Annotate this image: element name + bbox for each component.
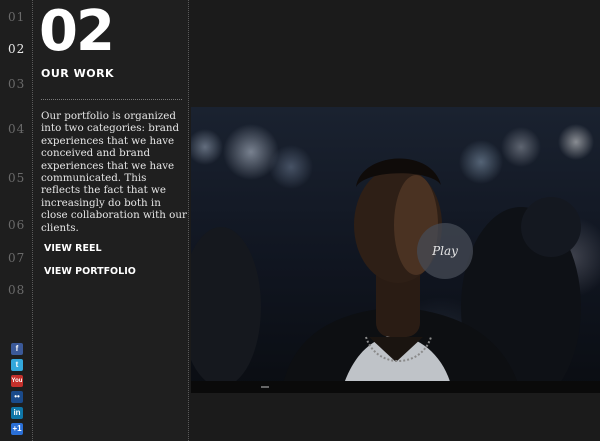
divider (41, 99, 182, 100)
nav-item-07[interactable]: 07 (8, 251, 28, 265)
delicious-icon[interactable]: +1 (11, 423, 23, 435)
video-frame: Play (191, 107, 600, 393)
section-number: 02 (39, 0, 115, 64)
section-nav: 01 02 03 04 05 06 07 08 f t You •• in +1 (0, 0, 33, 441)
nav-item-08[interactable]: 08 (8, 283, 28, 297)
youtube-icon[interactable]: You (11, 375, 23, 387)
linkedin-icon[interactable]: in (11, 407, 23, 419)
view-reel-link[interactable]: VIEW REEL (44, 243, 102, 254)
nav-item-06[interactable]: 06 (8, 218, 28, 232)
video-progress-bar[interactable] (191, 381, 600, 393)
section-description: Our portfolio is organized into two cate… (41, 110, 187, 234)
view-portfolio-link[interactable]: VIEW PORTFOLIO (44, 266, 136, 277)
nav-item-03[interactable]: 03 (8, 77, 28, 91)
section-title: OUR WORK (41, 67, 115, 80)
section-panel: 02 OUR WORK Our portfolio is organized i… (33, 0, 189, 441)
nav-item-01[interactable]: 01 (8, 10, 28, 24)
play-button[interactable]: Play (417, 223, 473, 279)
nav-item-05[interactable]: 05 (8, 171, 28, 185)
flickr-icon[interactable]: •• (11, 391, 23, 403)
progress-indicator (261, 386, 269, 388)
facebook-icon[interactable]: f (11, 343, 23, 355)
nav-item-04[interactable]: 04 (8, 122, 28, 136)
nav-item-02[interactable]: 02 (8, 42, 28, 56)
video-player[interactable]: Play (191, 107, 600, 393)
twitter-icon[interactable]: t (11, 359, 23, 371)
